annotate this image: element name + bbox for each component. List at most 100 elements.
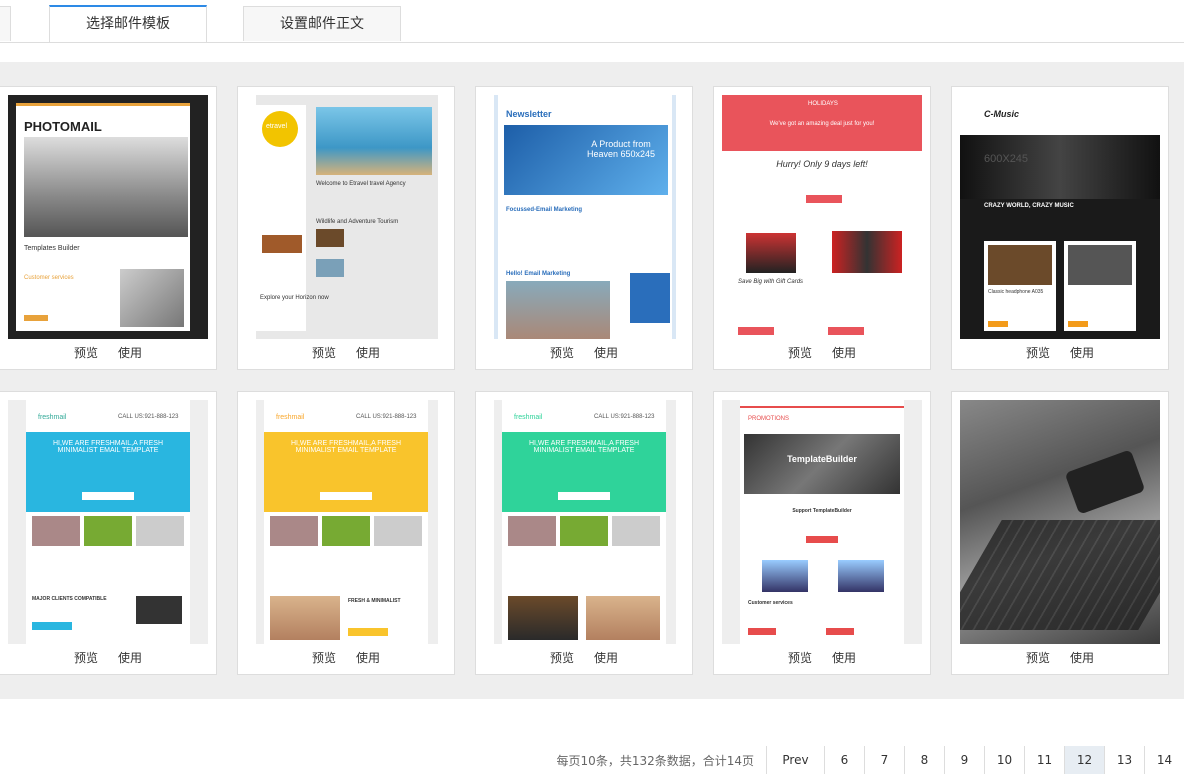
template-subtitle: Welcome to Etravel travel Agency [316,181,406,187]
template-section: Explore your Horizon now [260,295,329,301]
preview-link[interactable]: 预览 [1026,346,1050,360]
template-headline: Support TemplateBuilder [792,508,852,514]
card-actions: 预览 使用 [476,649,692,666]
template-card[interactable]: C-Music 600X245 CRAZY WORLD, CRAZY MUSIC… [951,86,1169,370]
tab-select-template[interactable]: 选择邮件模板 [49,5,207,42]
template-card[interactable]: 预览 使用 [951,391,1169,675]
page-button[interactable]: 8 [904,746,944,774]
preview-link[interactable]: 预览 [550,651,574,665]
card-actions: 预览 使用 [0,344,216,361]
page-button-active[interactable]: 12 [1064,746,1104,774]
template-subtitle: CALL US:921-888-123 [594,414,655,420]
template-card[interactable]: PROMOTIONS TemplateBuilder Support Templ… [713,391,931,675]
card-actions: 预览 使用 [238,344,454,361]
template-thumbnail[interactable]: freshmail CALL US:921-888-123 HI,WE ARE … [256,400,438,644]
template-title: C-Music [984,109,1020,119]
template-title: HOLIDAYS [808,101,838,107]
template-section: Hello! Email Marketing [506,271,571,277]
page-button[interactable]: 14 [1144,746,1184,774]
use-link[interactable]: 使用 [356,346,380,360]
template-headline: HI,WE ARE FRESHMAIL,A FRESH MINIMALIST E… [52,440,164,454]
preview-link[interactable]: 预览 [74,346,98,360]
preview-link[interactable]: 预览 [788,651,812,665]
template-headline: HI,WE ARE FRESHMAIL,A FRESH MINIMALIST E… [528,440,640,454]
use-link[interactable]: 使用 [1070,651,1094,665]
template-title: freshmail [276,414,305,421]
use-link[interactable]: 使用 [356,651,380,665]
tab-stub [0,6,11,41]
use-link[interactable]: 使用 [594,651,618,665]
template-subtitle: TemplateBuilder [787,454,857,464]
prev-page-button[interactable]: Prev [766,746,824,774]
page-button[interactable]: 6 [824,746,864,774]
card-actions: 预览 使用 [952,649,1168,666]
template-title: Newsletter [506,109,552,119]
template-title: PHOTOMAIL [24,119,102,134]
template-subtitle: A Product from Heaven 650x245 [586,139,656,159]
preview-link[interactable]: 预览 [312,651,336,665]
template-headline: CRAZY WORLD, CRAZY MUSIC [984,203,1074,209]
template-subtitle: 600X245 [984,153,1029,165]
template-grid: PHOTOMAIL Templates Builder Customer ser… [0,62,1184,699]
template-thumbnail[interactable]: PHOTOMAIL Templates Builder Customer ser… [8,95,208,339]
template-section: MAJOR CLIENTS COMPATIBLE [32,596,107,602]
template-thumbnail[interactable]: etravel Welcome to Etravel travel Agency… [256,95,438,339]
preview-link[interactable]: 预览 [550,346,574,360]
card-actions: 预览 使用 [714,649,930,666]
template-subtitle: CALL US:921-888-123 [356,414,417,420]
template-headline: Hurry! Only 9 days left! [776,159,868,169]
pagination: 每页10条，共132条数据，合计14页 Prev 6 7 8 9 10 11 1… [557,746,1184,774]
template-card[interactable]: PHOTOMAIL Templates Builder Customer ser… [0,86,217,370]
template-card[interactable]: freshmail CALL US:921-888-123 HI,WE ARE … [237,391,455,675]
template-card[interactable]: Newsletter A Product from Heaven 650x245… [475,86,693,370]
tab-bar: 选择邮件模板 设置邮件正文 [0,0,1184,43]
use-link[interactable]: 使用 [594,346,618,360]
page-button[interactable]: 11 [1024,746,1064,774]
page-button[interactable]: 13 [1104,746,1144,774]
template-section: Classic headphone A035 [988,289,1044,295]
template-title: PROMOTIONS [748,416,790,422]
template-headline: Focussed-Email Marketing [506,207,583,213]
template-thumbnail[interactable]: HOLIDAYS We've got an amazing deal just … [722,95,922,339]
card-actions: 预览 使用 [714,344,930,361]
use-link[interactable]: 使用 [1070,346,1094,360]
template-headline: Wildlife and Adventure Tourism [316,219,399,225]
template-subtitle: CALL US:921-888-123 [118,414,179,420]
use-link[interactable]: 使用 [832,346,856,360]
page-button[interactable]: 9 [944,746,984,774]
template-headline: HI,WE ARE FRESHMAIL,A FRESH MINIMALIST E… [290,440,402,454]
preview-link[interactable]: 预览 [74,651,98,665]
tab-set-body[interactable]: 设置邮件正文 [243,6,401,41]
template-section: Customer services [24,275,74,281]
template-card[interactable]: HOLIDAYS We've got an amazing deal just … [713,86,931,370]
template-thumbnail[interactable]: freshmail CALL US:921-888-123 HI,WE ARE … [8,400,208,644]
template-thumbnail[interactable] [960,400,1160,644]
template-subtitle: We've got an amazing deal just for you! [769,121,875,127]
template-thumbnail[interactable]: PROMOTIONS TemplateBuilder Support Templ… [722,400,922,644]
template-headline: Templates Builder [24,245,80,252]
template-thumbnail[interactable]: Newsletter A Product from Heaven 650x245… [494,95,676,339]
template-section: FRESH & MINIMALIST [348,598,401,604]
page-button[interactable]: 7 [864,746,904,774]
template-section: Customer services [748,600,793,606]
page-button[interactable]: 10 [984,746,1024,774]
preview-link[interactable]: 预览 [1026,651,1050,665]
template-card[interactable]: etravel Welcome to Etravel travel Agency… [237,86,455,370]
template-thumbnail[interactable]: C-Music 600X245 CRAZY WORLD, CRAZY MUSIC… [960,95,1160,339]
template-title: freshmail [38,414,67,421]
card-actions: 预览 使用 [952,344,1168,361]
template-thumbnail[interactable]: freshmail CALL US:921-888-123 HI,WE ARE … [494,400,676,644]
use-link[interactable]: 使用 [118,651,142,665]
template-card[interactable]: freshmail CALL US:921-888-123 HI,WE ARE … [0,391,217,675]
use-link[interactable]: 使用 [832,651,856,665]
card-actions: 预览 使用 [0,649,216,666]
card-actions: 预览 使用 [238,649,454,666]
template-title: etravel [266,123,288,130]
preview-link[interactable]: 预览 [788,346,812,360]
pagination-info: 每页10条，共132条数据，合计14页 [556,753,754,768]
template-section: Save Big with Gift Cards [738,279,804,285]
use-link[interactable]: 使用 [118,346,142,360]
card-actions: 预览 使用 [476,344,692,361]
preview-link[interactable]: 预览 [312,346,336,360]
template-card[interactable]: freshmail CALL US:921-888-123 HI,WE ARE … [475,391,693,675]
